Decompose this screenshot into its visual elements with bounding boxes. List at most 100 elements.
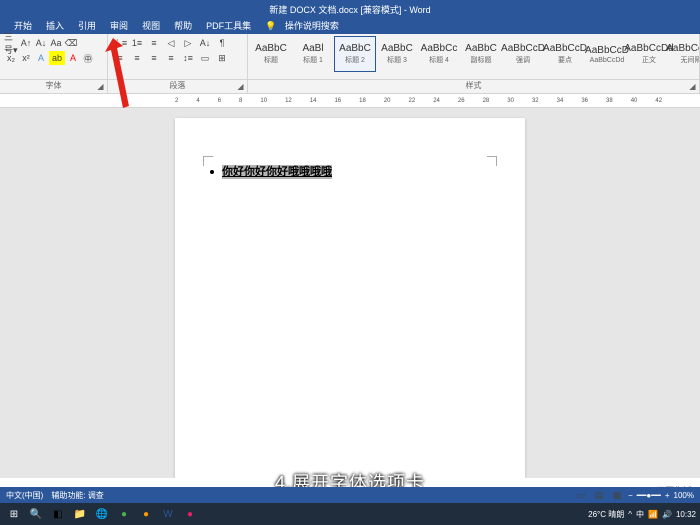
search-icon[interactable]: 🔍 (26, 505, 46, 523)
tab-view[interactable]: 视图 (136, 17, 166, 34)
tray-chevron-icon[interactable]: ^ (628, 510, 632, 519)
tab-references[interactable]: 引用 (72, 17, 102, 34)
line-spacing-button[interactable]: ↕≡ (180, 51, 196, 65)
justify-button[interactable]: ≡ (163, 51, 179, 65)
volume-icon[interactable]: 🔊 (662, 510, 672, 519)
browser-icon[interactable]: ● (114, 505, 134, 523)
ruler-tick: 40 (631, 98, 638, 104)
style-标题 1[interactable]: AaBl标题 1 (292, 36, 334, 72)
ruler-tick: 2 (175, 98, 178, 104)
shading-button[interactable]: ▭ (197, 51, 213, 65)
selected-text[interactable]: 你好你好你好哦哦哦哦 (222, 165, 332, 179)
highlight-button[interactable]: ab (49, 51, 65, 65)
align-right-button[interactable]: ≡ (146, 51, 162, 65)
align-left-button[interactable]: ≡ (112, 51, 128, 65)
ime-icon[interactable]: 中 (636, 509, 644, 520)
tab-insert[interactable]: 插入 (40, 17, 70, 34)
zoom-out-button[interactable]: − (628, 491, 633, 500)
style-标题[interactable]: AaBbC标题 (250, 36, 292, 72)
word-icon[interactable]: W (158, 505, 178, 523)
font-dialog-launcher[interactable]: ◢ (96, 82, 105, 91)
style-标题 4[interactable]: AaBbCc标题 4 (418, 36, 460, 72)
style-副标题[interactable]: AaBbC副标题 (460, 36, 502, 72)
weather-widget[interactable]: 26°C 晴朗 (588, 509, 624, 520)
enclose-char-button[interactable]: ㊥ (81, 51, 95, 65)
view-read-mode-button[interactable]: ▤ (592, 488, 606, 502)
style-preview: AaBbCcD (543, 43, 587, 54)
app-icon-2[interactable]: ● (180, 505, 200, 523)
start-button[interactable]: ⊞ (4, 505, 24, 523)
show-marks-button[interactable]: ¶ (214, 36, 230, 50)
style-label: 标题 (264, 55, 278, 65)
tab-help[interactable]: 帮助 (168, 17, 198, 34)
clock[interactable]: 10:32 (676, 510, 696, 519)
style-标题 2[interactable]: AaBbC标题 2 (334, 36, 376, 72)
ruler-tick: 8 (239, 98, 242, 104)
style-preview: AaBbCc (421, 43, 458, 54)
style-标题 3[interactable]: AaBbC标题 3 (376, 36, 418, 72)
change-case-button[interactable]: Aa (49, 36, 63, 50)
task-view-icon[interactable]: ◧ (48, 505, 68, 523)
ruler-tick: 20 (384, 98, 391, 104)
bullets-button[interactable]: ⋮≡ (112, 36, 128, 50)
style-正文[interactable]: AaBbCcDd正文 (628, 36, 670, 72)
increase-indent-button[interactable]: ▷ (180, 36, 196, 50)
zoom-level[interactable]: 100% (674, 491, 694, 500)
styles-group: AaBbC标题AaBl标题 1AaBbC标题 2AaBbC标题 3AaBbCc标… (248, 34, 700, 79)
style-label: 要点 (558, 55, 572, 65)
document-title: 新建 DOCX 文档.docx [兼容模式] - Word (269, 3, 430, 16)
ruler-tick: 34 (557, 98, 564, 104)
window-titlebar: 新建 DOCX 文档.docx [兼容模式] - Word (0, 0, 700, 18)
document-body[interactable]: 你好你好你好哦哦哦哦 (210, 163, 490, 179)
zoom-in-button[interactable]: + (665, 491, 670, 500)
decrease-indent-button[interactable]: ◁ (163, 36, 179, 50)
clear-format-button[interactable]: ⌫ (64, 36, 78, 50)
style-label: AaBbCcDd (590, 57, 625, 64)
styles-dialog-launcher[interactable]: ◢ (688, 82, 697, 91)
tab-review[interactable]: 审阅 (104, 17, 134, 34)
ruler-tick: 32 (532, 98, 539, 104)
multilevel-list-button[interactable]: ≡ (146, 36, 162, 50)
network-icon[interactable]: 📶 (648, 510, 658, 519)
style-要点[interactable]: AaBbCcD要点 (544, 36, 586, 72)
style-label: 正文 (642, 55, 656, 65)
style-AaBbCcDd[interactable]: AaBbCcDAaBbCcDd (586, 36, 628, 72)
edge-icon[interactable]: 🌐 (92, 505, 112, 523)
zoom-slider[interactable]: ━━●━━ (637, 491, 661, 500)
style-preview: AaBbC (381, 43, 413, 54)
style-强调[interactable]: AaBbCcD强调 (502, 36, 544, 72)
ruler-tick: 4 (196, 98, 199, 104)
ruler-tick: 18 (359, 98, 366, 104)
subscript-button[interactable]: x₂ (4, 51, 18, 65)
horizontal-ruler[interactable]: 24681012141618202224262830323436384042 (0, 94, 700, 108)
superscript-button[interactable]: x² (19, 51, 33, 65)
view-web-layout-button[interactable]: ▦ (610, 488, 624, 502)
app-icon[interactable]: ● (136, 505, 156, 523)
explorer-icon[interactable]: 📁 (70, 505, 90, 523)
ribbon-tab-strip: 开始 插入 引用 审阅 视图 帮助 PDF工具集 💡 操作说明搜索 (0, 18, 700, 34)
grow-font-button[interactable]: A↑ (19, 36, 33, 50)
borders-button[interactable]: ⊞ (214, 51, 230, 65)
style-label: 标题 4 (429, 55, 449, 65)
style-无间隔[interactable]: AaBbCcDd无间隔 (670, 36, 700, 72)
style-preview: AaBbC (339, 43, 371, 54)
align-center-button[interactable]: ≡ (129, 51, 145, 65)
shrink-font-button[interactable]: A↓ (34, 36, 48, 50)
ruler-tick: 30 (507, 98, 514, 104)
numbering-button[interactable]: 1≡ (129, 36, 145, 50)
status-language[interactable]: 中文(中国) (6, 490, 43, 501)
ruler-tick: 28 (483, 98, 490, 104)
font-color-button[interactable]: A (66, 51, 80, 65)
text-effects-button[interactable]: A (34, 51, 48, 65)
document-page[interactable]: 你好你好你好哦哦哦哦 (175, 118, 525, 478)
font-size-dropdown[interactable]: 三号▾ (4, 36, 18, 50)
status-accessibility[interactable]: 辅助功能: 调查 (51, 490, 103, 501)
tell-me-search[interactable]: 💡 操作说明搜索 (259, 17, 351, 34)
ruler-tick: 26 (458, 98, 465, 104)
view-print-layout-button[interactable]: ▭ (574, 488, 588, 502)
tab-pdf-tools[interactable]: PDF工具集 (200, 17, 257, 34)
ruler-tick: 10 (260, 98, 267, 104)
sort-button[interactable]: A↓ (197, 36, 213, 50)
ruler-tick: 24 (433, 98, 440, 104)
paragraph-dialog-launcher[interactable]: ◢ (236, 82, 245, 91)
